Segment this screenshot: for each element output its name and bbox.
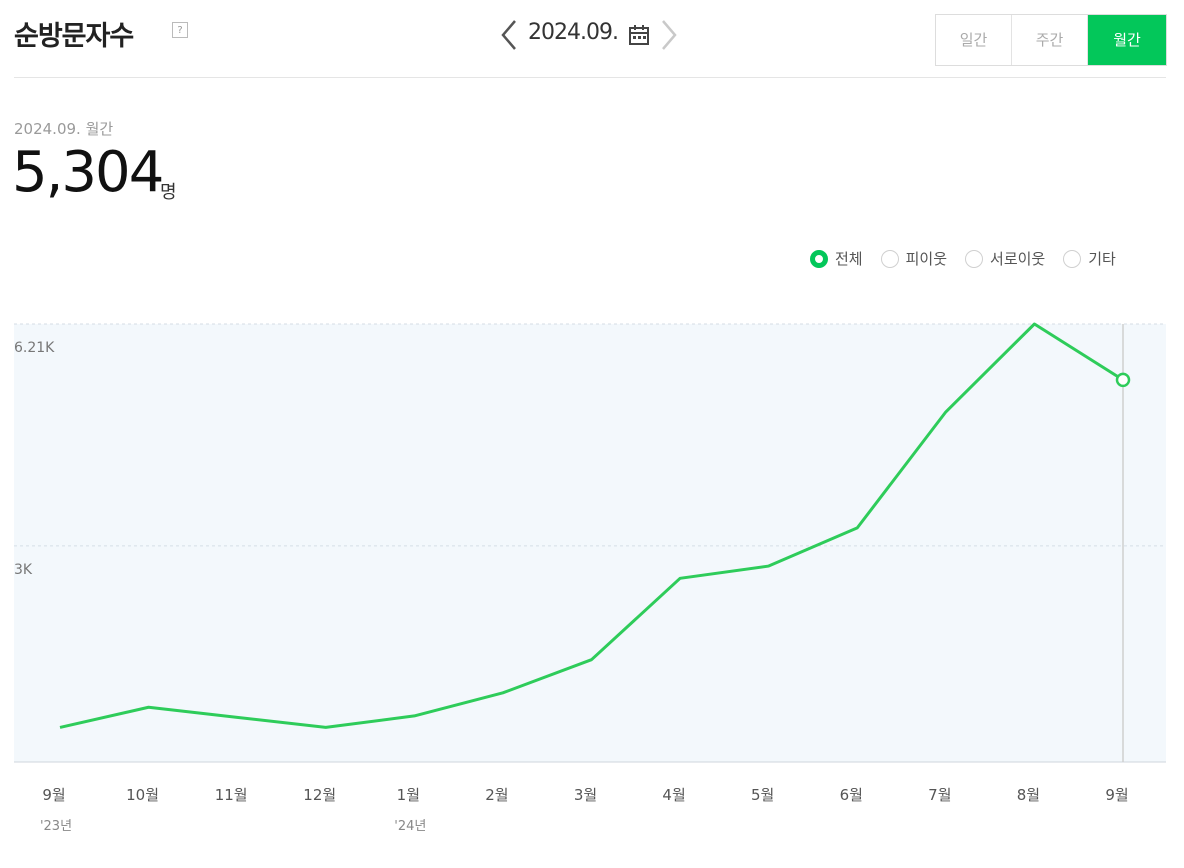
x-tick-label: 2월	[485, 786, 508, 804]
x-tick-label: 10월	[126, 786, 159, 804]
toggle-daily[interactable]: 일간	[936, 15, 1012, 65]
toggle-weekly[interactable]: 주간	[1012, 15, 1088, 65]
legend-label: 서로이웃	[990, 250, 1046, 268]
radio-icon[interactable]	[965, 249, 984, 268]
x-tick-label: 12월	[303, 786, 336, 804]
x-tick-label: 4월	[662, 786, 685, 804]
period-label: 2024.09.	[528, 20, 619, 45]
y-tick-label: 6.21K	[14, 340, 55, 356]
x-tick-label: 9월	[42, 786, 65, 804]
legend-label: 피이웃	[905, 250, 948, 268]
toggle-monthly[interactable]: 월간	[1088, 15, 1166, 65]
x-year-label: '23년	[40, 819, 72, 834]
legend-item-neighbor[interactable]: 피이웃	[880, 248, 948, 269]
page-title: 순방문자수	[14, 21, 134, 52]
chevron-right-icon[interactable]	[658, 18, 680, 52]
help-icon[interactable]: ?	[172, 22, 188, 38]
x-tick-label: 6월	[840, 786, 863, 804]
plot-area	[14, 324, 1166, 762]
legend-label: 전체	[835, 250, 863, 268]
chevron-left-icon[interactable]	[498, 18, 520, 52]
x-year-label: '24년	[394, 819, 426, 834]
legend-label: 기타	[1088, 250, 1116, 268]
legend-item-other[interactable]: 기타	[1063, 248, 1116, 269]
x-tick-label: 8월	[1017, 786, 1040, 804]
radio-icon[interactable]	[880, 249, 899, 268]
radio-icon[interactable]	[1063, 249, 1082, 268]
data-point-highlight	[1115, 372, 1131, 388]
period-toggle-group: 일간 주간 월간	[935, 14, 1167, 66]
x-tick-label: 1월	[397, 786, 420, 804]
y-tick-label: 3K	[14, 562, 33, 578]
summary-value: 5,304	[12, 140, 164, 205]
summary-unit: 명	[160, 182, 177, 203]
x-tick-label: 11월	[215, 786, 248, 804]
x-tick-label: 9월	[1105, 786, 1128, 804]
legend-item-all[interactable]: 전체	[810, 248, 863, 269]
summary-caption: 2024.09. 월간	[14, 120, 114, 138]
line-chart: 3K 6.21K 9월 '23년 10월 11월 12월 1월 '24년 2월 3월 4월 5월 6월 7월…	[14, 322, 1166, 834]
x-tick-label: 5월	[751, 786, 774, 804]
x-tick-label: 7월	[928, 786, 951, 804]
legend: 전체 피이웃 서로이웃 기타	[810, 248, 1116, 269]
chart: 3K 6.21K 9월 '23년 10월 11월 12월 1월 '24년 2월 3월 4월 5월 6월 7월…	[0, 300, 1184, 864]
header-divider	[14, 77, 1166, 78]
radio-icon[interactable]	[810, 249, 828, 268]
calendar-icon[interactable]	[628, 24, 650, 46]
legend-item-mutual[interactable]: 서로이웃	[965, 248, 1045, 269]
x-tick-label: 3월	[574, 786, 597, 804]
